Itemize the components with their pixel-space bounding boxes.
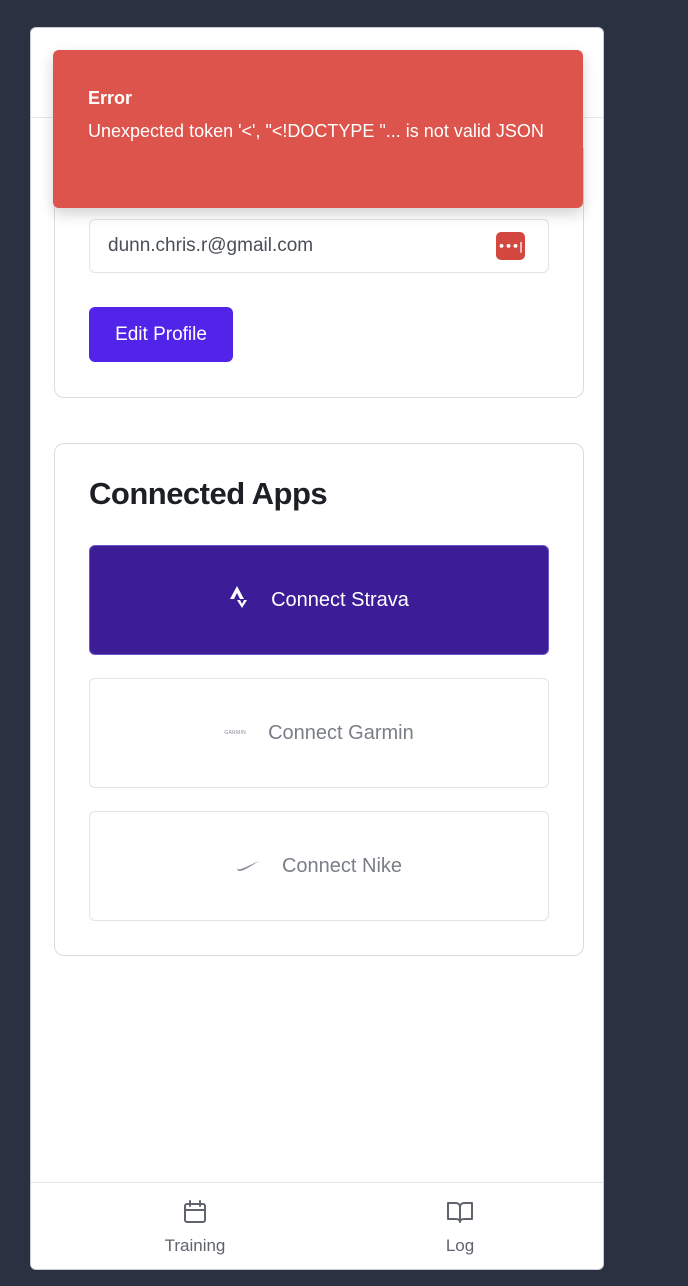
connect-strava-button[interactable]: Connect Strava xyxy=(89,545,549,655)
connect-nike-label: Connect Nike xyxy=(281,854,403,877)
email-field[interactable] xyxy=(89,219,549,273)
nike-swoosh-icon xyxy=(236,855,260,878)
connected-apps-title: Connected Apps xyxy=(89,476,328,511)
nav-item-training[interactable]: Training xyxy=(135,1199,255,1256)
error-toast[interactable]: Error Unexpected token '<', "<!DOCTYPE "… xyxy=(53,50,583,208)
app-window: •••| Edit Profile Connected Apps Connect… xyxy=(30,27,604,1270)
nav-item-log[interactable]: Log xyxy=(400,1199,520,1256)
toast-message: Unexpected token '<', "<!DOCTYPE "... is… xyxy=(88,121,544,141)
connect-nike-button[interactable]: Connect Nike xyxy=(89,811,549,921)
garmin-logo: GARMIN xyxy=(224,730,247,736)
toast-title: Error xyxy=(88,88,133,108)
strava-icon xyxy=(229,585,249,615)
book-open-icon xyxy=(446,1199,474,1230)
bottom-nav: Training Log xyxy=(31,1182,603,1269)
calendar-icon xyxy=(182,1199,208,1230)
connect-garmin-button[interactable]: GARMIN Connect Garmin xyxy=(89,678,549,788)
connect-garmin-label: Connect Garmin xyxy=(268,721,414,744)
password-manager-icon[interactable]: •••| xyxy=(496,232,525,260)
edit-profile-button[interactable]: Edit Profile xyxy=(89,307,233,362)
nav-label-training: Training xyxy=(164,1236,226,1255)
nav-label-log: Log xyxy=(445,1236,475,1255)
connected-apps-card: Connected Apps Connect Strava GARMIN Con… xyxy=(54,443,584,956)
connect-strava-label: Connect Strava xyxy=(271,588,409,611)
